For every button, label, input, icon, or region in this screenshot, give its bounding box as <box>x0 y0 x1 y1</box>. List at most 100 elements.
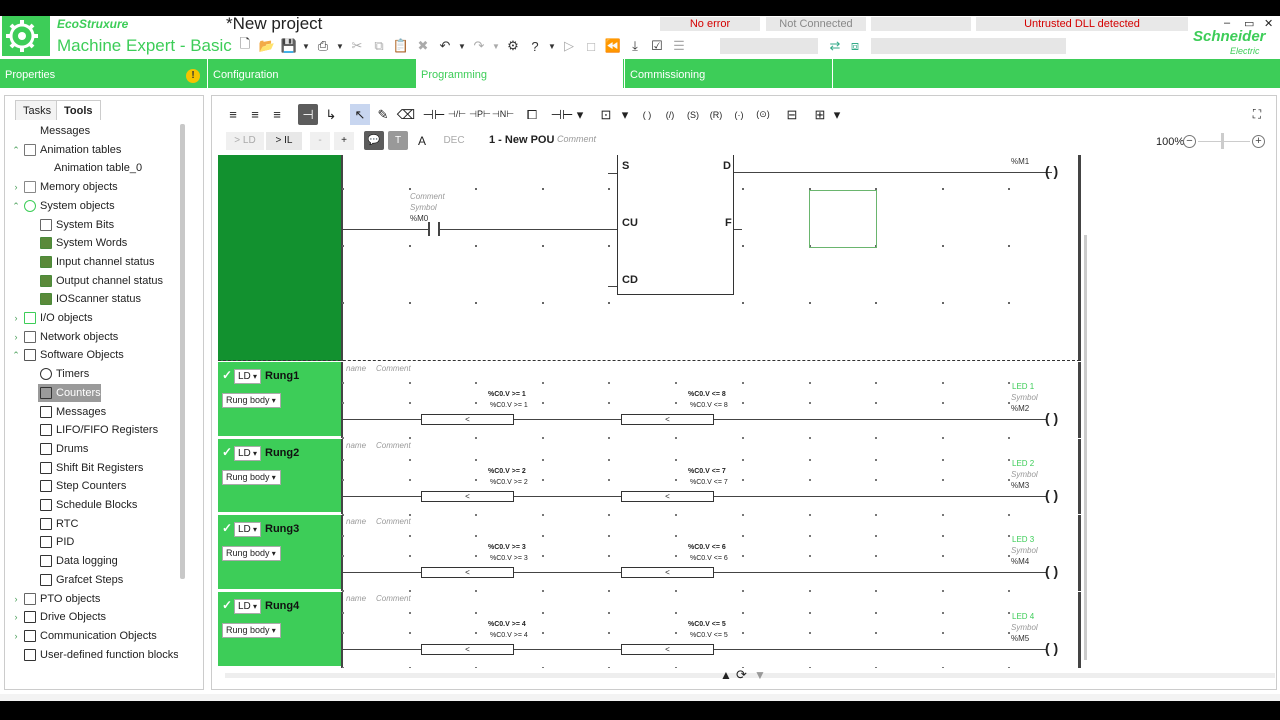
compare-block-icon[interactable]: ⧠ <box>522 104 542 125</box>
compare1-expression[interactable]: %C0.V >= 4 <box>488 621 526 628</box>
branch-icon[interactable]: ↳ <box>321 104 341 125</box>
copy-icon[interactable]: ⧉ <box>370 37 388 55</box>
zoom-out-icon[interactable]: − <box>1183 135 1196 148</box>
stop-icon[interactable]: □ <box>582 37 600 55</box>
rung-name-field[interactable]: name <box>346 441 366 450</box>
tree-item[interactable]: › Memory objects <box>10 178 118 196</box>
compare1-expression[interactable]: %C0.V >= 2 <box>488 468 526 475</box>
tab-programming[interactable]: Programming <box>416 59 623 88</box>
rung-name[interactable]: Rung4 <box>265 600 299 612</box>
rung-comment-field[interactable]: Comment <box>376 594 411 603</box>
selection-cell[interactable] <box>809 190 877 248</box>
tree-item[interactable]: › I/O objects <box>10 309 93 327</box>
delete-rung-icon[interactable]: ≡ <box>268 104 286 125</box>
rung-language-select[interactable]: LD ▾ <box>234 522 261 538</box>
tree-item[interactable]: › Network objects <box>10 328 118 346</box>
parallel-contact-icon[interactable]: ⊣⊢ <box>550 104 574 125</box>
compare1-expression[interactable]: %C0.V >= 3 <box>488 544 526 551</box>
tree-item[interactable]: › PTO objects <box>10 590 100 608</box>
rung-language-select[interactable]: LD ▾ <box>234 445 261 461</box>
rung-body-select[interactable]: Rung body ▾ <box>222 546 281 562</box>
compare2-expression[interactable]: %C0.V <= 7 <box>688 468 726 475</box>
coil-address[interactable]: %M3 <box>1011 481 1029 490</box>
tab-tasks[interactable]: Tasks <box>15 100 60 120</box>
rising-edge-icon[interactable]: ⊣P⊢ <box>469 104 491 125</box>
compare-block-1[interactable]: < <box>421 414 514 425</box>
tree-item[interactable]: Shift Bit Registers <box>38 459 143 477</box>
ld-mode-icon[interactable]: ⊣ <box>298 104 318 125</box>
negated-coil-icon[interactable]: (/) <box>661 104 679 125</box>
no-contact-icon[interactable]: ⊣⊢ <box>423 104 446 125</box>
pou-comment[interactable]: Comment <box>557 134 596 144</box>
coil-tool-icon[interactable]: ( ) <box>638 104 656 125</box>
reset-coil-icon[interactable]: (R) <box>707 104 725 125</box>
scroll-up-icon[interactable]: ▲ <box>720 668 732 682</box>
rung-header-selected[interactable] <box>218 155 341 361</box>
draw-line-icon[interactable]: ✎ <box>373 104 393 125</box>
tree-item[interactable]: ⌃ Animation tables <box>10 141 121 159</box>
compare-block-1[interactable]: < <box>421 567 514 579</box>
cut-icon[interactable]: ✂ <box>348 37 366 55</box>
open-folder-icon[interactable]: 📂 <box>258 37 276 55</box>
coil-icon[interactable]: ( ) <box>1045 640 1058 656</box>
expand-arrow-icon[interactable]: ⌃ <box>10 346 22 364</box>
editor-hscrollbar[interactable] <box>225 673 1275 678</box>
tree-item[interactable]: › Communication Objects <box>10 627 157 645</box>
tab-tools[interactable]: Tools <box>56 100 101 120</box>
tree-item[interactable]: User-defined function blocks <box>10 646 178 664</box>
tree-item[interactable]: Step Counters <box>38 477 126 495</box>
select-tool-icon[interactable]: ↖ <box>350 104 370 125</box>
tree-item[interactable]: Input channel status <box>38 253 154 271</box>
refresh-icon[interactable]: ⟳ <box>736 667 747 683</box>
expand-rung-button[interactable]: + <box>334 132 354 150</box>
collapse-rung-button[interactable]: - <box>310 132 330 150</box>
compare2-expression[interactable]: %C0.V <= 5 <box>688 621 726 628</box>
expand-arrow-icon[interactable]: ⌃ <box>10 197 22 215</box>
erase-tool-icon[interactable]: ⌫ <box>396 104 416 125</box>
contact-comment[interactable]: Comment <box>410 192 445 201</box>
rung-comment-field[interactable]: Comment <box>376 517 411 526</box>
tree-item[interactable]: Data logging <box>38 552 118 570</box>
tree-item[interactable]: Messages <box>38 403 106 421</box>
dec-button[interactable]: DEC <box>436 132 472 150</box>
target-combo[interactable] <box>720 38 818 54</box>
tree-item[interactable]: System Bits <box>38 216 114 234</box>
coil-comment[interactable]: LED 4 <box>1012 612 1034 621</box>
compare2-expression[interactable]: %C0.V <= 8 <box>688 391 726 398</box>
set-coil-icon[interactable]: (S) <box>684 104 702 125</box>
run-icon[interactable]: ▷ <box>560 37 578 55</box>
contact-dropdown-icon[interactable]: ▾ <box>575 104 585 125</box>
coil-symbol[interactable]: Symbol <box>1011 623 1038 632</box>
jump-coil-icon[interactable]: (·) <box>730 104 748 125</box>
new-file-icon[interactable]: 🗋 <box>236 36 254 55</box>
coil-symbol[interactable]: Symbol <box>1011 470 1038 479</box>
goto-ld-button[interactable]: > LD <box>226 132 264 150</box>
rung-language-select[interactable]: LD ▾ <box>234 369 261 384</box>
tree-item[interactable]: Output channel status <box>38 272 163 290</box>
add-element-icon[interactable]: ⊞ <box>810 104 830 125</box>
expand-arrow-icon[interactable]: › <box>10 309 22 327</box>
rung-name[interactable]: Rung1 <box>265 370 299 382</box>
zoom-in-icon[interactable]: + <box>1252 135 1265 148</box>
compare1-expression[interactable]: %C0.V >= 1 <box>488 391 526 398</box>
goto-il-button[interactable]: > IL <box>266 132 302 150</box>
zoom-slider[interactable] <box>1221 133 1224 149</box>
tab-configuration[interactable]: Configuration <box>208 59 415 88</box>
rung-name[interactable]: Rung2 <box>265 447 299 459</box>
tree-scrollbar[interactable] <box>180 124 185 579</box>
rung-enabled-checkbox[interactable]: ✓ <box>222 445 232 459</box>
rung-comment-field[interactable]: Comment <box>376 441 411 450</box>
contact-symbol[interactable]: Symbol <box>410 203 437 212</box>
symbol-toggle-icon[interactable]: T <box>388 131 408 150</box>
settings-gear-icon[interactable]: ⚙ <box>504 37 522 55</box>
add-element-dropdown-icon[interactable]: ▾ <box>832 104 842 125</box>
nc-contact-icon[interactable]: ⊣/⊢ <box>447 104 467 125</box>
tree-item[interactable]: Schedule Blocks <box>38 496 137 514</box>
rung-name[interactable]: Rung3 <box>265 523 299 535</box>
rewind-icon[interactable]: ⏪ <box>604 37 622 55</box>
scroll-down-icon[interactable]: ▼ <box>754 668 766 682</box>
tree-item[interactable]: RTC <box>38 515 78 533</box>
rung-name-field[interactable]: name <box>346 594 366 603</box>
tree-item[interactable]: IOScanner status <box>38 290 141 308</box>
compare2-expression[interactable]: %C0.V <= 6 <box>688 544 726 551</box>
